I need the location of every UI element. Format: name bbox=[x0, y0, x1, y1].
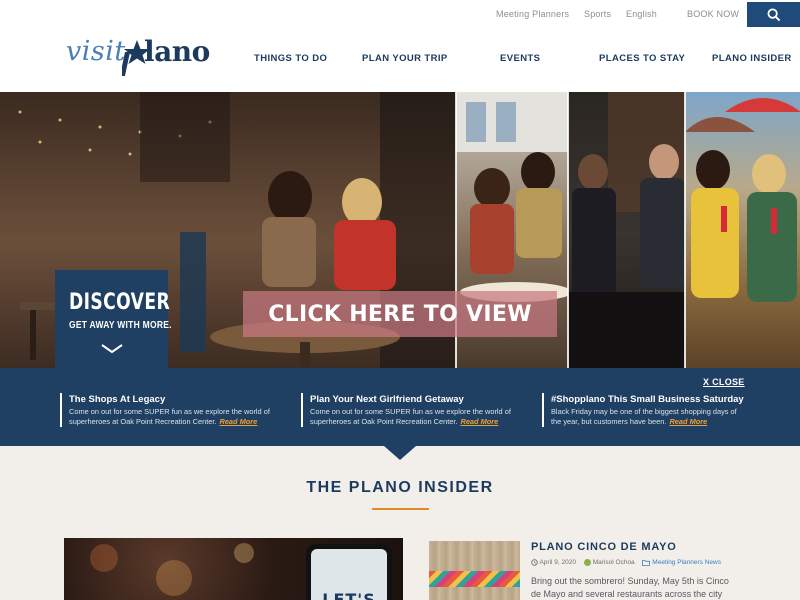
featured-article-image[interactable]: LET'S bbox=[64, 538, 403, 600]
article-author[interactable]: Marisol Ochoa bbox=[583, 559, 635, 566]
promo-title: The Shops At Legacy bbox=[69, 394, 166, 405]
promo-notch bbox=[384, 446, 416, 460]
article-thumbnail[interactable] bbox=[429, 541, 520, 600]
hero-banner: DISCOVER GET AWAY WITH MORE. CLICK HERE … bbox=[0, 92, 800, 368]
sports-link[interactable]: Sports bbox=[584, 9, 611, 19]
chevron-down-icon bbox=[101, 344, 123, 354]
click-here-to-view-button[interactable]: CLICK HERE TO VIEW bbox=[243, 291, 557, 337]
search-icon bbox=[767, 8, 780, 21]
promo-item[interactable]: The Shops At Legacy Come on out for some… bbox=[60, 393, 280, 427]
nav-events[interactable]: EVENTS bbox=[500, 53, 540, 64]
nav-things-to-do[interactable]: THINGS TO DO bbox=[254, 53, 327, 64]
nav-plan-your-trip[interactable]: PLAN YOUR TRIP bbox=[362, 53, 448, 64]
logo-visit-text: visit bbox=[66, 36, 126, 67]
section-title: THE PLANO INSIDER bbox=[306, 479, 494, 496]
promo-title: #Shopplano This Small Business Saturday bbox=[551, 394, 744, 405]
read-more-link[interactable]: Read More bbox=[669, 417, 707, 426]
folder-icon bbox=[642, 560, 651, 566]
cta-label: CLICK HERE TO VIEW bbox=[268, 301, 532, 327]
article-meta: April 9, 2020 Marisol Ochoa Meeting Plan… bbox=[531, 559, 727, 569]
serape-pattern bbox=[429, 571, 520, 587]
promo-title: Plan Your Next Girlfriend Getaway bbox=[310, 394, 464, 405]
promo-desc: Black Friday may be one of the biggest s… bbox=[551, 407, 737, 426]
read-more-link[interactable]: Read More bbox=[460, 417, 498, 426]
discover-subtitle: GET AWAY WITH MORE. bbox=[69, 320, 172, 331]
nav-plano-insider[interactable]: PLANO INSIDER bbox=[712, 53, 792, 64]
phone-text: LET'S bbox=[322, 590, 376, 600]
search-button[interactable] bbox=[747, 2, 800, 27]
phone-screen: LET'S bbox=[311, 549, 387, 600]
close-promo-link[interactable]: X CLOSE bbox=[703, 377, 745, 387]
nav-places-to-stay[interactable]: PLACES TO STAY bbox=[599, 53, 685, 64]
utility-nav: Meeting Planners Sports English BOOK NOW bbox=[0, 9, 800, 25]
article-excerpt: Bring out the sombrero! Sunday, May 5th … bbox=[531, 576, 729, 599]
avatar bbox=[583, 559, 591, 566]
language-selector[interactable]: English bbox=[626, 9, 657, 19]
phone-illustration: LET'S bbox=[306, 544, 392, 600]
section-title-rule bbox=[372, 508, 429, 510]
discover-title: DISCOVER bbox=[69, 290, 171, 315]
hero-divider bbox=[684, 92, 686, 368]
hero-photo-friends bbox=[685, 92, 800, 368]
book-now-link[interactable]: BOOK NOW bbox=[687, 9, 739, 19]
article-date: April 9, 2020 bbox=[531, 559, 576, 566]
hero-photo-business bbox=[568, 92, 685, 368]
friends-scene bbox=[685, 98, 800, 302]
business-scene bbox=[568, 92, 685, 368]
hero-divider bbox=[567, 92, 569, 368]
logo-plano-text: lano bbox=[144, 35, 210, 68]
promo-strip: X CLOSE The Shops At Legacy Come on out … bbox=[0, 368, 800, 446]
read-more-link[interactable]: Read More bbox=[219, 417, 257, 426]
article-title[interactable]: PLANO CINCO DE MAYO bbox=[531, 541, 677, 553]
clock-icon bbox=[531, 559, 538, 566]
site-header: Meeting Planners Sports English BOOK NOW… bbox=[0, 0, 800, 92]
promo-desc: Come on out for some SUPER fun as we exp… bbox=[310, 407, 511, 426]
article-category[interactable]: Meeting Planners News bbox=[642, 559, 721, 566]
discover-panel[interactable]: DISCOVER GET AWAY WITH MORE. bbox=[55, 270, 172, 368]
promo-item[interactable]: Plan Your Next Girlfriend Getaway Come o… bbox=[301, 393, 521, 427]
promo-item[interactable]: #Shopplano This Small Business Saturday … bbox=[542, 393, 747, 427]
meeting-planners-link[interactable]: Meeting Planners bbox=[496, 9, 569, 19]
promo-desc: Come on out for some SUPER fun as we exp… bbox=[69, 407, 270, 426]
visit-plano-logo[interactable]: visit lano bbox=[66, 35, 226, 78]
